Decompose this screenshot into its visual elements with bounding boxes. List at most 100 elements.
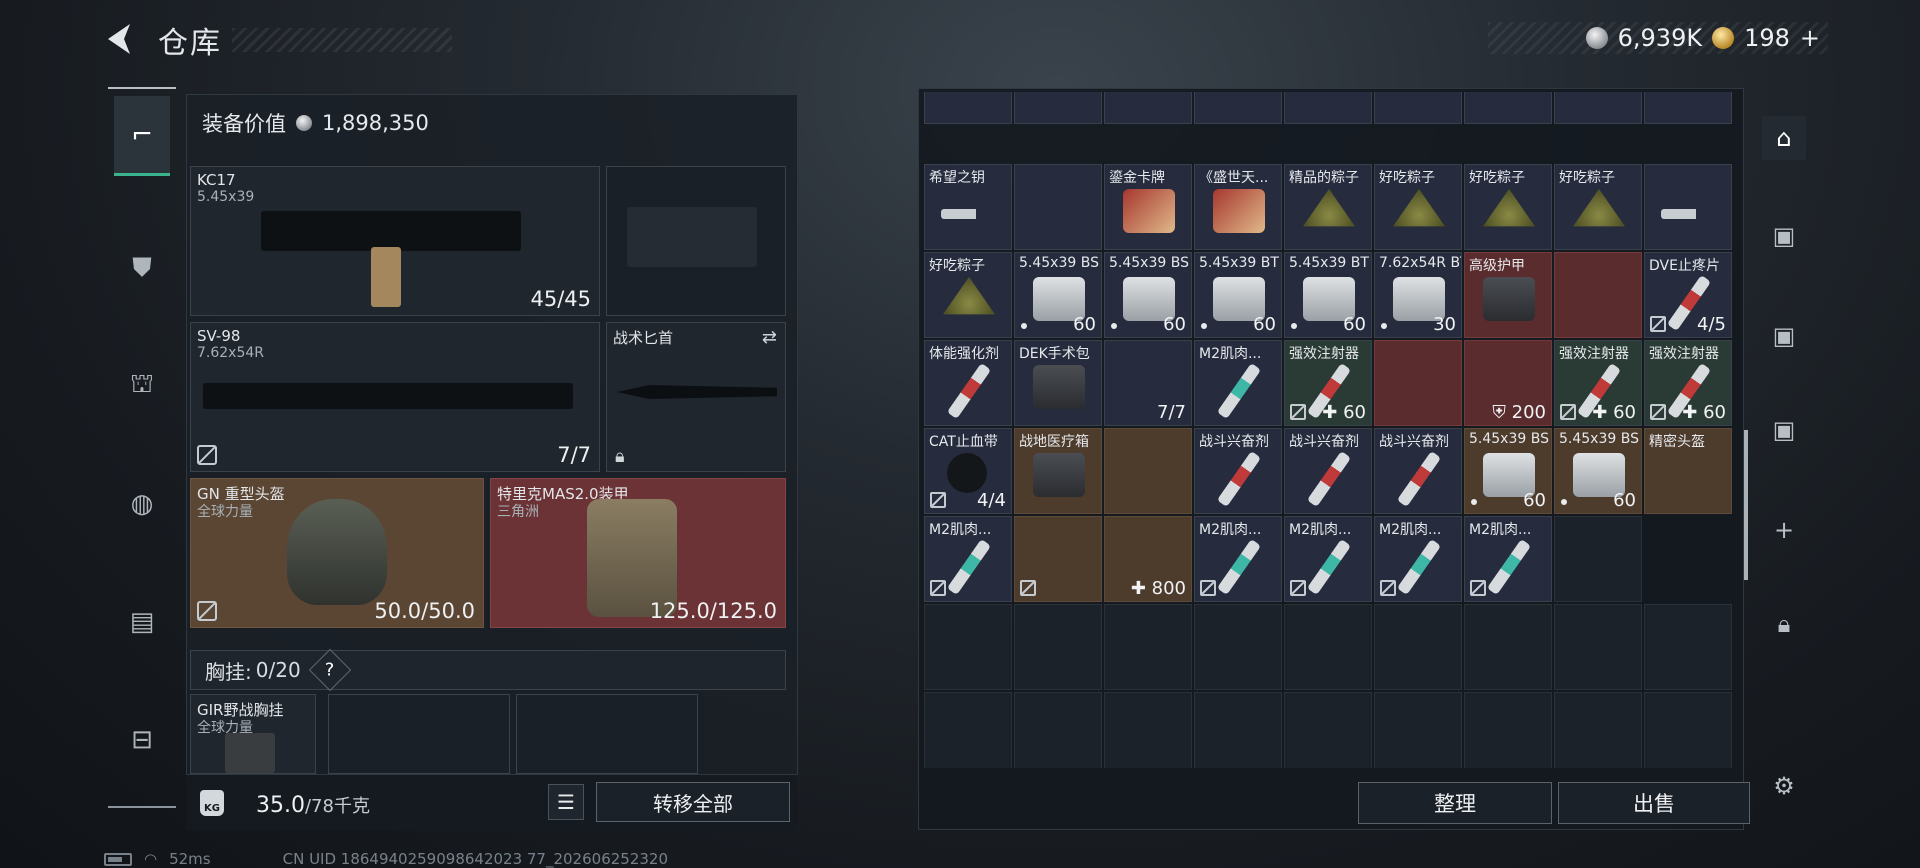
secondary-weapon-slot[interactable]: SV-98 7.62x54R 7/7 [190, 322, 600, 472]
inventory-cell[interactable] [1644, 164, 1732, 250]
inventory-cell[interactable]: 希望之钥 [924, 164, 1012, 250]
back-button[interactable] [100, 18, 142, 60]
empty-inventory-cell[interactable] [1194, 604, 1282, 690]
nav-backpack[interactable]: ⛫ [114, 346, 170, 426]
inventory-cell[interactable] [1104, 428, 1192, 514]
inventory-cell[interactable]: CAT止血带 4/4 [924, 428, 1012, 514]
chest-rig-slot[interactable]: GIR野战胸挂 全球力量 [190, 694, 316, 774]
empty-inventory-cell[interactable] [1464, 604, 1552, 690]
empty-inventory-cell[interactable] [1644, 604, 1732, 690]
empty-inventory-cell[interactable] [1554, 604, 1642, 690]
inventory-cell[interactable]: DEK手术包 [1014, 340, 1102, 426]
nav-bag[interactable]: ◍ [114, 464, 170, 544]
inventory-cell[interactable]: 强效注射器 ✚ 60 [1284, 340, 1372, 426]
inventory-cell[interactable]: 5.45x39 BS 60 [1464, 428, 1552, 514]
nav-toolbox[interactable]: ⊟ [114, 700, 170, 780]
help-icon[interactable]: ? [308, 648, 351, 692]
inventory-cell[interactable] [1464, 92, 1552, 124]
inventory-cell[interactable]: 《盛世天... [1194, 164, 1282, 250]
inventory-cell[interactable]: 战斗兴奋剂 [1374, 428, 1462, 514]
inventory-cell[interactable] [924, 92, 1012, 124]
inventory-cell[interactable]: 好吃粽子 [924, 252, 1012, 338]
empty-inventory-cell[interactable] [1374, 692, 1462, 768]
inventory-cell[interactable]: 战地医疗箱 [1014, 428, 1102, 514]
inventory-cell[interactable] [1014, 164, 1102, 250]
inventory-cell[interactable]: M2肌肉... [1194, 516, 1282, 602]
inventory-cell[interactable] [1554, 252, 1642, 338]
inventory-cell[interactable]: 精品的粽子 [1284, 164, 1372, 250]
inventory-cell[interactable]: 好吃粽子 [1554, 164, 1642, 250]
inventory-cell[interactable]: 5.45x39 BS 60 [1104, 252, 1192, 338]
inventory-cell[interactable]: M2肌肉... [1464, 516, 1552, 602]
inventory-cell[interactable]: 5.45x39 BT 60 [1284, 252, 1372, 338]
inventory-cell[interactable]: 战斗兴奋剂 [1194, 428, 1282, 514]
empty-inventory-cell[interactable] [924, 604, 1012, 690]
empty-inventory-cell[interactable] [1464, 692, 1552, 768]
inventory-cell[interactable]: 精密头盔 [1644, 428, 1732, 514]
settings-button[interactable]: ⚙ [1762, 764, 1806, 808]
inventory-cell[interactable] [1014, 92, 1102, 124]
rail-locked[interactable]: 🔒︎ [1762, 602, 1806, 646]
empty-inventory-cell[interactable] [1014, 692, 1102, 768]
inventory-cell[interactable]: M2肌肉... [1284, 516, 1372, 602]
inventory-cell[interactable]: 高级护甲 [1464, 252, 1552, 338]
inventory-cell[interactable]: 体能强化剂 [924, 340, 1012, 426]
inventory-cell[interactable]: 7.62x54R BT 30 [1374, 252, 1462, 338]
inventory-cell[interactable]: 鎏金卡牌 [1104, 164, 1192, 250]
inventory-cell[interactable]: M2肌肉... [924, 516, 1012, 602]
inventory-cell[interactable] [1374, 340, 1462, 426]
inventory-cell[interactable]: 好吃粽子 [1464, 164, 1552, 250]
empty-inventory-cell[interactable] [1284, 604, 1372, 690]
rail-case-2[interactable]: ▣ [1762, 314, 1806, 358]
transfer-all-button[interactable]: 转移全部 [596, 782, 790, 822]
inventory-cell[interactable]: 5.45x39 BS 60 [1014, 252, 1102, 338]
rig-pocket-slot[interactable] [516, 694, 698, 774]
inventory-cell[interactable] [1554, 92, 1642, 124]
inventory-cell[interactable] [1104, 92, 1192, 124]
empty-inventory-cell[interactable] [1194, 692, 1282, 768]
inventory-cell[interactable] [1284, 92, 1372, 124]
inventory-cell[interactable]: 5.45x39 BT 60 [1194, 252, 1282, 338]
primary-weapon-slot[interactable]: KC17 5.45x39 45/45 [190, 166, 600, 316]
rail-case-3[interactable]: ▣ [1762, 408, 1806, 452]
empty-inventory-cell[interactable] [924, 692, 1012, 768]
nav-armor[interactable]: ⛊ [114, 228, 170, 308]
nav-weapons[interactable]: ⌐ [114, 96, 170, 176]
add-currency-button[interactable]: + [1800, 24, 1820, 52]
empty-inventory-cell[interactable] [1644, 692, 1732, 768]
inventory-cell[interactable]: 强效注射器 ✚ 60 [1554, 340, 1642, 426]
inventory-cell[interactable]: 好吃粽子 [1374, 164, 1462, 250]
rig-pocket-slot[interactable] [328, 694, 510, 774]
rail-storage[interactable]: ⌂ [1762, 116, 1806, 160]
inventory-cell[interactable]: ✚ 800 [1104, 516, 1192, 602]
rail-case-1[interactable]: ▣ [1762, 214, 1806, 258]
inventory-cell[interactable] [1194, 92, 1282, 124]
inventory-cell[interactable]: M2肌肉... [1374, 516, 1462, 602]
empty-inventory-cell[interactable] [1284, 692, 1372, 768]
inventory-cell[interactable]: 战斗兴奋剂 [1284, 428, 1372, 514]
inventory-cell[interactable]: ⛨ 200 [1464, 340, 1552, 426]
rail-add[interactable]: + [1762, 508, 1806, 552]
empty-inventory-cell[interactable] [1104, 604, 1192, 690]
melee-slot[interactable]: 战术匕首 ⇄ 🔒︎ [606, 322, 786, 472]
sort-button[interactable]: 整理 [1358, 782, 1552, 824]
empty-inventory-cell[interactable] [1554, 692, 1642, 768]
inventory-cell[interactable]: 5.45x39 BS 60 [1554, 428, 1642, 514]
inventory-cell[interactable]: M2肌肉... [1194, 340, 1282, 426]
sell-button[interactable]: 出售 [1558, 782, 1750, 824]
empty-inventory-cell[interactable] [1104, 692, 1192, 768]
inventory-cell[interactable]: 7/7 [1104, 340, 1192, 426]
inventory-cell[interactable] [1554, 516, 1642, 602]
empty-inventory-cell[interactable] [1374, 604, 1462, 690]
inventory-cell[interactable] [1014, 516, 1102, 602]
inventory-cell[interactable]: DVE止疼片 4/5 [1644, 252, 1732, 338]
empty-inventory-cell[interactable] [1014, 604, 1102, 690]
inventory-cell[interactable] [1374, 92, 1462, 124]
inventory-cell[interactable] [1644, 92, 1732, 124]
pistol-slot[interactable] [606, 166, 786, 316]
nav-case[interactable]: ▤ [114, 582, 170, 662]
list-view-button[interactable]: ☰ [548, 784, 584, 820]
armor-slot[interactable]: 特里克MAS2.0装甲 三角洲 125.0/125.0 [490, 478, 786, 628]
swap-icon[interactable]: ⇄ [762, 327, 777, 348]
inventory-cell[interactable]: 强效注射器 ✚ 60 [1644, 340, 1732, 426]
